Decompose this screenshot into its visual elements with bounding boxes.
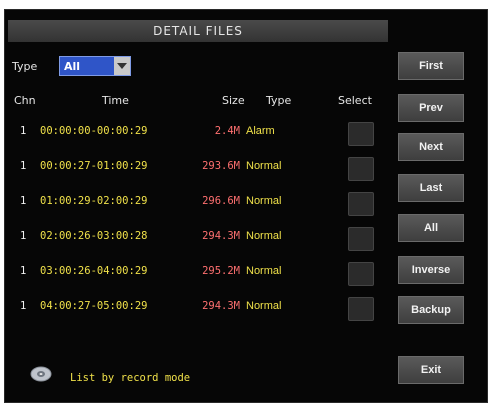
inverse-selection-button[interactable]: Inverse — [398, 256, 464, 284]
row-type: Normal — [246, 300, 282, 312]
last-button[interactable]: Last — [398, 174, 464, 202]
column-header-select: Select — [338, 94, 372, 107]
exit-button[interactable]: Exit — [398, 356, 464, 384]
file-row[interactable]: 1 00:00:27-01:00:29 293.6M Normal — [0, 157, 390, 181]
column-header-type: Type — [266, 94, 292, 107]
file-row[interactable]: 1 04:00:27-05:00:29 294.3M Normal — [0, 297, 390, 321]
row-chn: 1 — [20, 265, 27, 277]
row-chn: 1 — [20, 300, 27, 312]
file-row[interactable]: 1 02:00:26-03:00:28 294.3M Normal — [0, 227, 390, 251]
row-size: 2.4M — [214, 125, 240, 137]
record-mode-hint: List by record mode — [70, 372, 191, 384]
row-select-checkbox[interactable] — [348, 157, 374, 181]
row-time: 04:00:27-05:00:29 — [40, 300, 148, 312]
row-size: 294.3M — [202, 230, 240, 242]
row-type: Alarm — [246, 125, 275, 137]
file-row[interactable]: 1 01:00:29-02:00:29 296.6M Normal — [0, 192, 390, 216]
row-chn: 1 — [20, 160, 27, 172]
file-row[interactable]: 1 00:00:00-00:00:29 2.4M Alarm — [0, 122, 390, 146]
row-type: Normal — [246, 265, 282, 277]
row-type: Normal — [246, 160, 282, 172]
row-time: 00:00:00-00:00:29 — [40, 125, 148, 137]
row-time: 03:00:26-04:00:29 — [40, 265, 148, 277]
row-select-checkbox[interactable] — [348, 227, 374, 251]
row-size: 296.6M — [202, 195, 240, 207]
row-chn: 1 — [20, 125, 27, 137]
row-type: Normal — [246, 195, 282, 207]
row-size: 294.3M — [202, 300, 240, 312]
row-select-checkbox[interactable] — [348, 297, 374, 321]
column-header-time: Time — [102, 94, 129, 107]
row-select-checkbox[interactable] — [348, 122, 374, 146]
row-type: Normal — [246, 230, 282, 242]
window-title: DETAIL FILES — [8, 20, 388, 42]
column-header-chn: Chn — [14, 94, 36, 107]
row-select-checkbox[interactable] — [348, 192, 374, 216]
disc-icon — [30, 366, 52, 382]
row-size: 293.6M — [202, 160, 240, 172]
type-filter-dropdown[interactable]: All — [59, 56, 131, 76]
prev-button[interactable]: Prev — [398, 94, 464, 122]
row-select-checkbox[interactable] — [348, 262, 374, 286]
row-time: 00:00:27-01:00:29 — [40, 160, 148, 172]
type-filter-label: Type — [12, 60, 38, 73]
row-time: 02:00:26-03:00:28 — [40, 230, 148, 242]
first-button[interactable]: First — [398, 52, 464, 80]
select-all-button[interactable]: All — [398, 214, 464, 242]
row-time: 01:00:29-02:00:29 — [40, 195, 148, 207]
next-button[interactable]: Next — [398, 133, 464, 161]
backup-button[interactable]: Backup — [398, 296, 464, 324]
file-row[interactable]: 1 03:00:26-04:00:29 295.2M Normal — [0, 262, 390, 286]
type-filter-value: All — [64, 59, 81, 73]
column-header-size: Size — [222, 94, 245, 107]
row-size: 295.2M — [202, 265, 240, 277]
row-chn: 1 — [20, 230, 27, 242]
row-chn: 1 — [20, 195, 27, 207]
chevron-down-icon[interactable] — [114, 57, 130, 75]
